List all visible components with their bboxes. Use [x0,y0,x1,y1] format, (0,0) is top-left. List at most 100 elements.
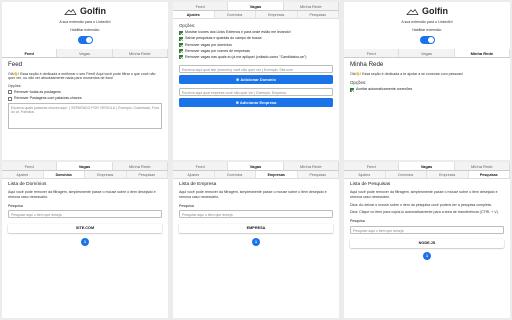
tab-minha-rede[interactable]: Minha Rede [283,2,339,10]
option-remove-all[interactable]: Remover todas as postagens [8,90,162,95]
tab-minha-rede[interactable]: Minha Rede [454,49,510,58]
tab-vagas[interactable]: Vagas [228,2,284,10]
list-item[interactable]: SITE.COM [8,224,162,234]
option-remove-applied[interactable]: Remover vagas nas quais eu já me aplique… [179,55,333,60]
tab-feed[interactable]: Feed [2,49,58,58]
option-save-searches[interactable]: Salvar pesquisas e quantas do campo de b… [179,36,333,41]
option-remove-keywords[interactable]: Remover Postagens com palavras-chaves [8,96,162,101]
page-button[interactable]: 1 [252,238,260,247]
checkbox[interactable] [179,49,183,54]
add-domain-button[interactable]: ⊕ Adicionar Domínio [179,74,333,84]
search-input[interactable]: Pesquise aqui o item que deseja [8,210,162,219]
subtab-ajustes[interactable]: Ajustes [173,171,215,178]
subtab-dominios[interactable]: Domínios [43,171,85,178]
checkbox[interactable] [179,42,183,47]
checkbox[interactable] [179,55,183,60]
subtab-ajustes[interactable]: Ajustes [344,171,386,178]
checkbox[interactable] [179,30,183,35]
tab-minha-rede[interactable]: Minha Rede [112,49,168,58]
option-label: Remover vagas por nomes de empresas [185,48,250,53]
section-title: Minha Rede [350,61,384,69]
checkbox[interactable] [8,90,12,95]
tab-feed[interactable]: Feed [344,162,400,170]
main-tabs: Feed Vagas Minha Rede [173,162,339,171]
section-title: Feed [8,61,23,69]
company-input[interactable]: Escreva aqui qual empresa você não quer … [179,87,333,96]
subtab-pesquisas[interactable]: Pesquisas [297,11,339,18]
options-label: Opções: [179,23,196,28]
toggle-label: Habilitar extensão: [70,28,100,33]
brand-header: Golfin A sua extensão para o LinkedIn! H… [2,2,168,45]
feed-panel: Golfin A sua extensão para o LinkedIn! H… [2,2,168,160]
tab-vagas[interactable]: Vagas [399,49,455,58]
list-item[interactable]: EMPRESA [179,224,333,234]
search-input[interactable]: Pesquise aqui o item que deseja [179,210,333,219]
option-label: Aceitar automaticamente conexões [356,87,413,92]
vagas-ajustes-panel: Feed Vagas Minha Rede Ajustes Domínios E… [173,2,339,160]
subtab-dominios[interactable]: Domínios [385,171,427,178]
main-tabs: Feed Vagas Minha Rede [2,49,168,59]
subtab-empresas[interactable]: Empresas [256,11,298,18]
option-label: Remover vagas nas quais eu já me aplique… [185,54,307,59]
app-subtitle: A sua extensão para o LinkedIn! [401,19,453,24]
option-label: Mostrar ícones dos Links Externos e para… [185,30,291,35]
logo: Golfin [344,6,510,18]
enable-toggle[interactable] [77,36,93,45]
search-label: Pesquisa [179,203,194,208]
tab-minha-rede[interactable]: Minha Rede [454,162,510,170]
tab-feed[interactable]: Feed [344,49,400,58]
list-item[interactable]: NODE.JS [350,238,504,248]
option-auto-accept[interactable]: Aceitar automaticamente conexões [350,87,504,92]
subtab-pesquisas[interactable]: Pesquisas [297,171,339,178]
subtab-ajustes[interactable]: Ajustes [173,11,215,18]
list-description: Aqui você pode remover da filtragem, sim… [8,190,156,199]
list-description: Aqui você pode remover da filtragem, sim… [350,190,498,199]
tab-feed[interactable]: Feed [2,162,58,170]
tab-vagas[interactable]: Vagas [399,162,455,170]
subtab-empresas[interactable]: Empresas [256,171,298,178]
tab-feed[interactable]: Feed [173,162,229,170]
subtab-dominios[interactable]: Domínios [214,171,256,178]
tab-minha-rede[interactable]: Minha Rede [112,162,168,170]
page-button[interactable]: 1 [423,251,431,260]
page-button[interactable]: 1 [81,238,89,247]
checkbox[interactable] [8,96,12,101]
keywords-textarea[interactable]: Escreva quais palavras-chaves aqui. ( SE… [8,102,162,129]
checkbox[interactable] [179,36,183,41]
list-title: Lista de Empresa [179,182,217,187]
option-external-links[interactable]: Mostrar ícones dos Links Externos e para… [179,30,333,35]
subtab-ajustes[interactable]: Ajustes [2,171,44,178]
subtab-empresas[interactable]: Empresas [427,171,469,178]
brand-header: Golfin A sua extensão para o LinkedIn! H… [344,2,510,45]
pesquisas-panel: Feed Vagas Minha Rede Ajustes Domínios E… [344,162,510,318]
subtab-pesquisas[interactable]: Pesquisas [468,171,510,178]
section-intro: Olá👋! Essa seção é dedicada a te ajudar … [350,71,463,76]
app-title: Golfin [80,6,106,16]
search-label: Pesquisa [350,218,365,223]
subtab-pesquisas[interactable]: Pesquisas [126,171,168,178]
add-company-button[interactable]: ⊕ Adicionar Empresa [179,97,333,107]
option-remove-domains[interactable]: Remover vagas por domínios [179,43,333,48]
search-input[interactable]: Pesquise aqui o item que deseja [350,225,504,234]
option-remove-companies[interactable]: Remover vagas por nomes de empresas [179,49,333,54]
sub-tabs: Ajustes Domínios Empresas Pesquisas [173,171,339,179]
tab-vagas[interactable]: Vagas [57,162,113,170]
tab-feed[interactable]: Feed [173,2,229,10]
option-label: Salvar pesquisas e quantas do campo de b… [185,36,262,41]
toggle-label: Habilitar extensão: [412,28,442,33]
tab-vagas[interactable]: Vagas [228,162,284,170]
search-label: Pesquisa [8,203,23,208]
enable-toggle[interactable] [419,36,435,45]
domain-input[interactable]: Escreva aqui qual site (domínio) você nã… [179,64,333,73]
checkbox[interactable] [350,87,354,92]
tab-vagas[interactable]: Vagas [57,49,113,58]
sub-tabs: Ajustes Domínios Empresas Pesquisas [2,171,168,179]
tip-copy: Dica: Clique no item para copiá-lo autom… [350,210,499,215]
main-tabs: Feed Vagas Minha Rede [344,162,510,171]
subtab-empresas[interactable]: Empresas [85,171,127,178]
tab-minha-rede[interactable]: Minha Rede [283,162,339,170]
golf-icon [64,8,77,15]
subtab-dominios[interactable]: Domínios [214,11,256,18]
rede-panel: Golfin A sua extensão para o LinkedIn! H… [344,2,510,160]
logo: Golfin [2,6,168,18]
